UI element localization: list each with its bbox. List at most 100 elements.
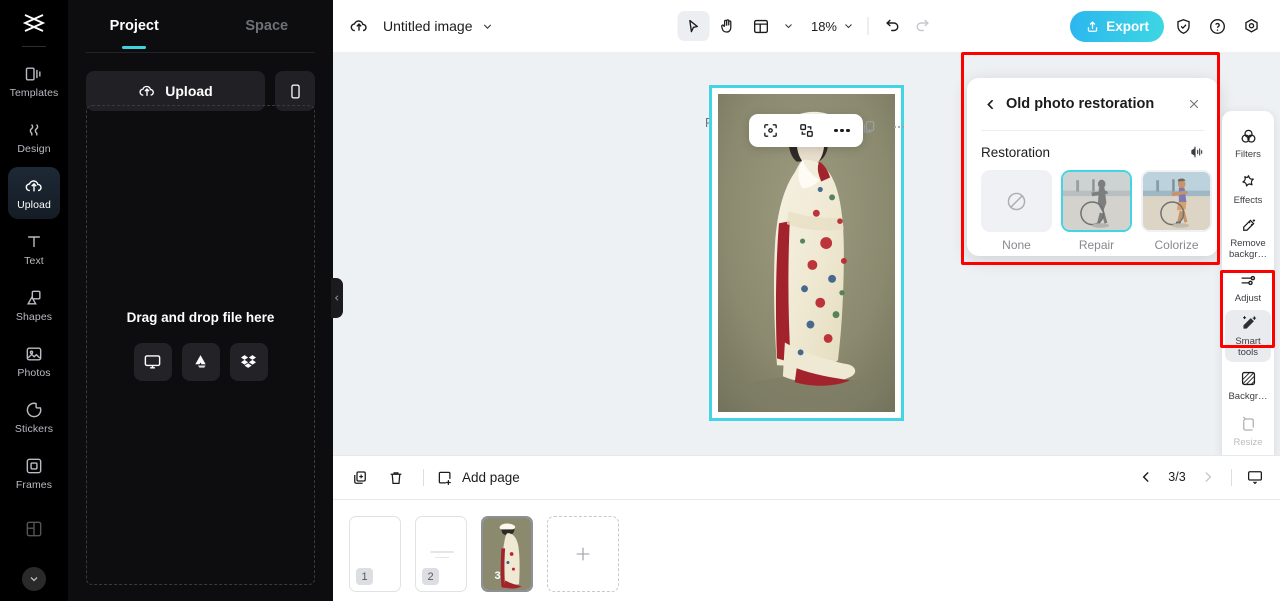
option-label: None — [1002, 238, 1031, 252]
sidebar-item-label: Design — [17, 142, 51, 155]
compare-button[interactable] — [1188, 144, 1204, 160]
option-none-thumbnail — [981, 170, 1052, 232]
restoration-options: None Repair Colorize — [967, 160, 1218, 252]
tool-adjust[interactable]: Adjust — [1225, 264, 1271, 310]
tool-smart-tools[interactable]: Smart tools — [1225, 310, 1271, 362]
remove-background-icon — [1242, 219, 1255, 231]
dropzone[interactable]: Drag and drop file here — [86, 105, 315, 585]
presentation-view-button[interactable] — [1242, 463, 1268, 491]
back-button[interactable] — [981, 95, 999, 113]
option-colorize[interactable]: Colorize — [1141, 170, 1212, 252]
close-icon — [1189, 99, 1199, 109]
google-drive-icon — [195, 355, 206, 368]
document-title[interactable]: Untitled image — [383, 18, 473, 34]
undo-button[interactable] — [878, 12, 906, 40]
source-computer-button[interactable] — [133, 342, 172, 381]
canvas-area[interactable]: Page 3 — [333, 52, 1280, 455]
delete-page-button[interactable] — [381, 463, 411, 493]
tool-resize[interactable]: Resize — [1225, 408, 1271, 454]
dropzone-sources — [133, 342, 268, 381]
page-thumbnail-2[interactable]: 2 — [415, 516, 467, 592]
sidebar-item-stickers[interactable]: Stickers — [8, 391, 60, 443]
tab-project[interactable]: Project — [68, 0, 201, 52]
sidebar-item-label: Photos — [17, 366, 51, 379]
add-page-icon — [438, 471, 451, 485]
pager-divider — [1231, 468, 1232, 486]
add-thumbnail-button[interactable] — [547, 516, 619, 592]
page-thumbnail-3[interactable]: 3 — [481, 516, 533, 592]
layout-grid-icon — [26, 521, 42, 537]
chevron-down-icon — [784, 24, 792, 29]
upload-row: Upload — [68, 53, 333, 111]
zoom-level-value: 18% — [810, 18, 837, 34]
add-page-button[interactable]: Add page — [436, 469, 520, 487]
shield-button[interactable] — [1168, 11, 1198, 41]
panel-collapse-handle[interactable] — [331, 278, 343, 318]
crop-tool-button[interactable] — [757, 118, 783, 144]
tool-label: Filters — [1235, 148, 1261, 160]
sidebar-item-text[interactable]: Text — [8, 223, 60, 275]
element-more-options-button[interactable] — [829, 118, 855, 144]
layout-dropdown-button[interactable] — [779, 12, 797, 40]
option-repair[interactable]: Repair — [1061, 170, 1132, 252]
no-effect-icon — [983, 172, 1050, 230]
settings-button[interactable] — [1236, 11, 1266, 41]
share-upload-icon — [1088, 20, 1098, 32]
zoom-dropdown-button[interactable] — [839, 12, 857, 40]
right-tool-rail: Filters Effects Remove backgr… Adjust Sm… — [1222, 111, 1274, 455]
source-dropbox-button[interactable] — [229, 342, 268, 381]
sidebar-item-frames[interactable]: Frames — [8, 447, 60, 499]
select-tool-button[interactable] — [677, 11, 709, 41]
duplicate-page-button[interactable] — [345, 463, 375, 493]
document-menu-button[interactable] — [481, 20, 494, 33]
chevron-down-icon — [483, 23, 491, 29]
tool-remove-background[interactable]: Remove backgr… — [1225, 212, 1271, 264]
plus-icon — [576, 547, 590, 561]
next-page-button[interactable] — [1195, 463, 1221, 491]
chevron-right-icon — [1205, 472, 1212, 482]
thumbnail-number: 3 — [494, 569, 501, 582]
repair-thumbnail — [1063, 172, 1130, 230]
bottom-divider — [423, 469, 424, 486]
tool-label: Effects — [1233, 194, 1263, 206]
sidebar-item-upload[interactable]: Upload — [8, 167, 60, 219]
layout-tool-button[interactable] — [745, 11, 777, 41]
more-dots-icon — [834, 128, 850, 133]
redo-button[interactable] — [908, 12, 936, 40]
tool-effects[interactable]: Effects — [1225, 166, 1271, 212]
canvas-tool-group: 18% — [677, 11, 936, 41]
restoration-panel-title: Old photo restoration — [1006, 96, 1155, 112]
sidebar-item-layouts[interactable] — [8, 503, 60, 555]
close-panel-button[interactable] — [1184, 94, 1204, 114]
thumbnail-content-lines — [430, 551, 454, 562]
cursor-arrow-icon — [689, 19, 699, 32]
source-google-drive-button[interactable] — [181, 342, 220, 381]
sidebar-item-templates[interactable]: Templates — [8, 55, 60, 107]
sidebar-item-label: Stickers — [14, 422, 54, 435]
tool-label: Smart tools — [1235, 336, 1261, 358]
app-logo[interactable] — [0, 0, 68, 46]
restoration-panel-header: Old photo restoration — [967, 78, 1218, 130]
page-navigator: 3/3 — [1133, 463, 1268, 491]
more-dots-icon — [893, 125, 905, 129]
replace-tool-button[interactable] — [793, 118, 819, 144]
tool-background[interactable]: Backgr… — [1225, 362, 1271, 408]
help-circle-icon — [1209, 18, 1225, 34]
sidebar-item-photos[interactable]: Photos — [8, 335, 60, 387]
sidebar-item-shapes[interactable]: Shapes — [8, 279, 60, 331]
page-counter: 3/3 — [1168, 470, 1186, 484]
hand-tool-button[interactable] — [711, 11, 743, 41]
tab-space[interactable]: Space — [201, 0, 334, 52]
option-none[interactable]: None — [981, 170, 1052, 252]
prev-page-button[interactable] — [1133, 463, 1159, 491]
help-button[interactable] — [1202, 11, 1232, 41]
export-button[interactable]: Export — [1070, 10, 1164, 42]
cloud-save-button[interactable] — [349, 16, 369, 36]
tool-filters[interactable]: Filters — [1225, 120, 1271, 166]
sidebar-item-design[interactable]: Design — [8, 111, 60, 163]
option-label: Repair — [1078, 238, 1115, 252]
rail-expand-button[interactable] — [22, 567, 46, 591]
element-more-button[interactable] — [887, 114, 911, 140]
page-thumbnail-1[interactable]: 1 — [349, 516, 401, 592]
top-toolbar: Untitled image 18% Export — [333, 0, 1280, 52]
